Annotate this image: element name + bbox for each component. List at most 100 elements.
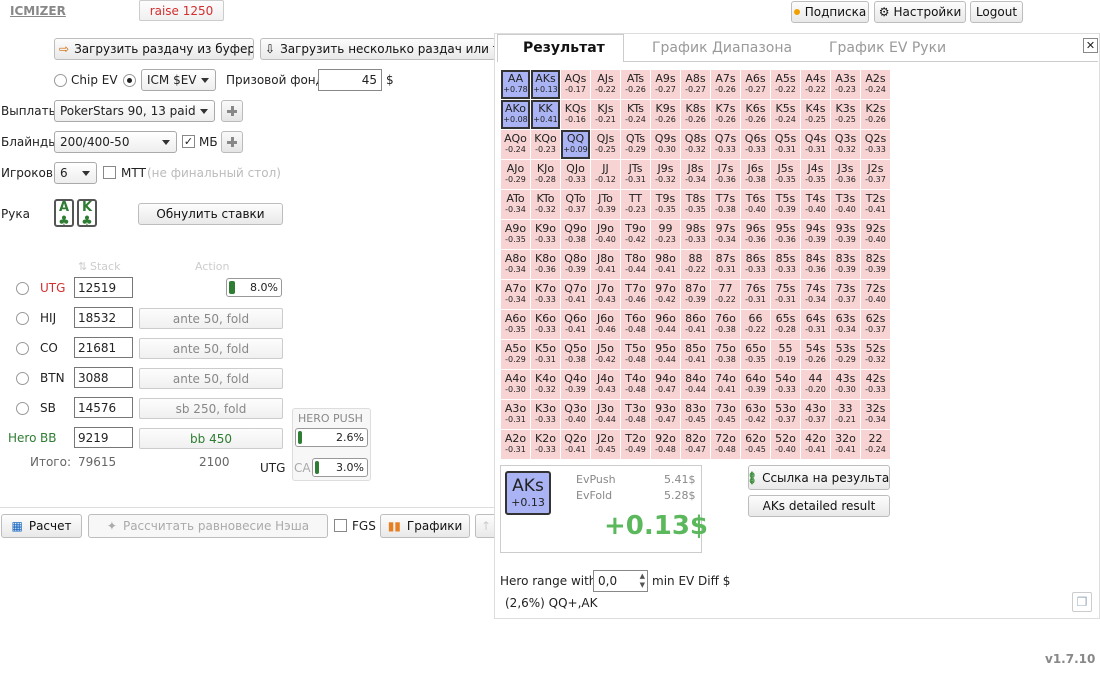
matrix-cell[interactable]: JTs -0.31: [621, 160, 650, 189]
seat-radio-sb[interactable]: [16, 402, 29, 415]
blinds-select[interactable]: 200/400-50: [54, 131, 177, 153]
link-to-result-button[interactable]: ⛓Ссылка на результат: [748, 465, 890, 490]
matrix-cell[interactable]: QJo -0.33: [561, 160, 590, 189]
matrix-cell[interactable]: 85s -0.33: [771, 250, 800, 279]
matrix-cell[interactable]: 42o -0.41: [801, 430, 830, 459]
payouts-select[interactable]: PokerStars 90, 13 paid: [54, 100, 215, 122]
matrix-cell[interactable]: 84o -0.44: [681, 370, 710, 399]
matrix-cell[interactable]: JTo -0.39: [591, 190, 620, 219]
matrix-cell[interactable]: Q7o -0.41: [561, 280, 590, 309]
ca-percent[interactable]: 3.0%: [312, 458, 368, 477]
matrix-cell[interactable]: AQs -0.17: [561, 70, 590, 99]
matrix-cell[interactable]: 87s -0.31: [711, 250, 740, 279]
matrix-cell[interactable]: T8o -0.44: [621, 250, 650, 279]
matrix-cell[interactable]: T2s -0.41: [861, 190, 890, 219]
matrix-cell[interactable]: J5o -0.42: [591, 340, 620, 369]
copy-icon[interactable]: ❐: [1072, 592, 1092, 612]
matrix-cell[interactable]: 32s -0.34: [861, 400, 890, 429]
action-co[interactable]: ante 50, fold: [139, 338, 283, 359]
matrix-cell[interactable]: 97s -0.34: [711, 220, 740, 249]
tab-ev-chart[interactable]: График EV Руки: [829, 40, 946, 56]
matrix-cell[interactable]: K5o -0.31: [531, 340, 560, 369]
matrix-cell[interactable]: 65o -0.35: [741, 340, 770, 369]
matrix-cell[interactable]: T5s -0.39: [771, 190, 800, 219]
matrix-cell[interactable]: J7s -0.36: [711, 160, 740, 189]
matrix-cell[interactable]: K5s -0.24: [771, 100, 800, 129]
matrix-cell[interactable]: 64o -0.39: [741, 370, 770, 399]
matrix-cell[interactable]: Q4o -0.39: [561, 370, 590, 399]
matrix-cell[interactable]: 92o -0.48: [651, 430, 680, 459]
matrix-cell[interactable]: 97o -0.42: [651, 280, 680, 309]
matrix-cell[interactable]: KJs -0.21: [591, 100, 620, 129]
matrix-cell[interactable]: 98s -0.33: [681, 220, 710, 249]
matrix-cell[interactable]: T9o -0.42: [621, 220, 650, 249]
matrix-cell[interactable]: J9o -0.40: [591, 220, 620, 249]
matrix-cell[interactable]: Q4s -0.31: [801, 130, 830, 159]
matrix-cell[interactable]: 32o -0.41: [831, 430, 860, 459]
fgs-checkbox[interactable]: [334, 519, 347, 532]
matrix-cell[interactable]: T8s -0.35: [681, 190, 710, 219]
matrix-cell[interactable]: A5s -0.22: [771, 70, 800, 99]
matrix-cell[interactable]: Q7s -0.33: [711, 130, 740, 159]
matrix-cell[interactable]: 22 -0.24: [861, 430, 890, 459]
matrix-cell[interactable]: 62s -0.37: [861, 310, 890, 339]
matrix-cell[interactable]: Q8o -0.39: [561, 250, 590, 279]
matrix-cell[interactable]: 95s -0.36: [771, 220, 800, 249]
matrix-cell[interactable]: J3o -0.44: [591, 400, 620, 429]
matrix-cell[interactable]: J3s -0.36: [831, 160, 860, 189]
matrix-cell[interactable]: T7o -0.46: [621, 280, 650, 309]
matrix-cell[interactable]: A4s -0.22: [801, 70, 830, 99]
matrix-cell[interactable]: K3o -0.33: [531, 400, 560, 429]
matrix-cell[interactable]: 42s -0.33: [861, 370, 890, 399]
utg-raise-percent[interactable]: 8.0%: [226, 278, 282, 297]
matrix-cell[interactable]: KTs -0.24: [621, 100, 650, 129]
matrix-cell[interactable]: QJs -0.25: [591, 130, 620, 159]
matrix-cell[interactable]: J8s -0.34: [681, 160, 710, 189]
add-blinds-button[interactable]: [221, 131, 243, 153]
matrix-cell[interactable]: AQo -0.24: [501, 130, 530, 159]
matrix-cell[interactable]: Q5o -0.38: [561, 340, 590, 369]
chip-ev-radio[interactable]: [54, 74, 67, 87]
matrix-cell[interactable]: 33 -0.21: [831, 400, 860, 429]
matrix-cell[interactable]: K9o -0.33: [531, 220, 560, 249]
matrix-cell[interactable]: ATs -0.26: [621, 70, 650, 99]
action-bb[interactable]: bb 450: [139, 428, 283, 449]
matrix-cell[interactable]: Q2o -0.41: [561, 430, 590, 459]
matrix-cell[interactable]: J7o -0.43: [591, 280, 620, 309]
stack-input-utg[interactable]: 12519: [74, 277, 133, 298]
matrix-cell[interactable]: 53o -0.37: [771, 400, 800, 429]
matrix-cell[interactable]: KQo -0.23: [531, 130, 560, 159]
matrix-cell[interactable]: 86o -0.41: [681, 310, 710, 339]
stack-input-btn[interactable]: 3088: [74, 367, 133, 388]
sort-icon[interactable]: ⇅: [78, 260, 87, 273]
matrix-cell[interactable]: 43s -0.30: [831, 370, 860, 399]
matrix-cell[interactable]: J4o -0.43: [591, 370, 620, 399]
matrix-cell[interactable]: 43o -0.37: [801, 400, 830, 429]
matrix-cell[interactable]: 55 -0.19: [771, 340, 800, 369]
matrix-cell[interactable]: K7o -0.33: [531, 280, 560, 309]
matrix-cell[interactable]: 87o -0.39: [681, 280, 710, 309]
matrix-cell[interactable]: J2o -0.45: [591, 430, 620, 459]
matrix-cell[interactable]: 98o -0.41: [651, 250, 680, 279]
matrix-cell[interactable]: AJo -0.29: [501, 160, 530, 189]
matrix-cell[interactable]: 72o -0.48: [711, 430, 740, 459]
matrix-cell[interactable]: T6s -0.40: [741, 190, 770, 219]
matrix-cell[interactable]: 83o -0.45: [681, 400, 710, 429]
calculate-button[interactable]: ▦ Расчет: [1, 514, 82, 538]
matrix-cell[interactable]: KJo -0.28: [531, 160, 560, 189]
matrix-cell[interactable]: 95o -0.44: [651, 340, 680, 369]
matrix-cell[interactable]: Q6o -0.41: [561, 310, 590, 339]
matrix-cell[interactable]: A7s -0.26: [711, 70, 740, 99]
matrix-cell[interactable]: 99 -0.23: [651, 220, 680, 249]
matrix-cell[interactable]: A2s -0.24: [861, 70, 890, 99]
hero-push-percent[interactable]: 2.6%: [295, 428, 368, 447]
matrix-cell[interactable]: K7s -0.26: [711, 100, 740, 129]
matrix-cell[interactable]: T4o -0.48: [621, 370, 650, 399]
matrix-cell[interactable]: K6o -0.33: [531, 310, 560, 339]
matrix-cell[interactable]: 74s -0.34: [801, 280, 830, 309]
matrix-cell[interactable]: T9s -0.35: [651, 190, 680, 219]
matrix-cell[interactable]: KK +0.41: [531, 100, 560, 129]
matrix-cell[interactable]: 94o -0.47: [651, 370, 680, 399]
matrix-cell[interactable]: 72s -0.40: [861, 280, 890, 309]
matrix-cell[interactable]: Q6s -0.33: [741, 130, 770, 159]
